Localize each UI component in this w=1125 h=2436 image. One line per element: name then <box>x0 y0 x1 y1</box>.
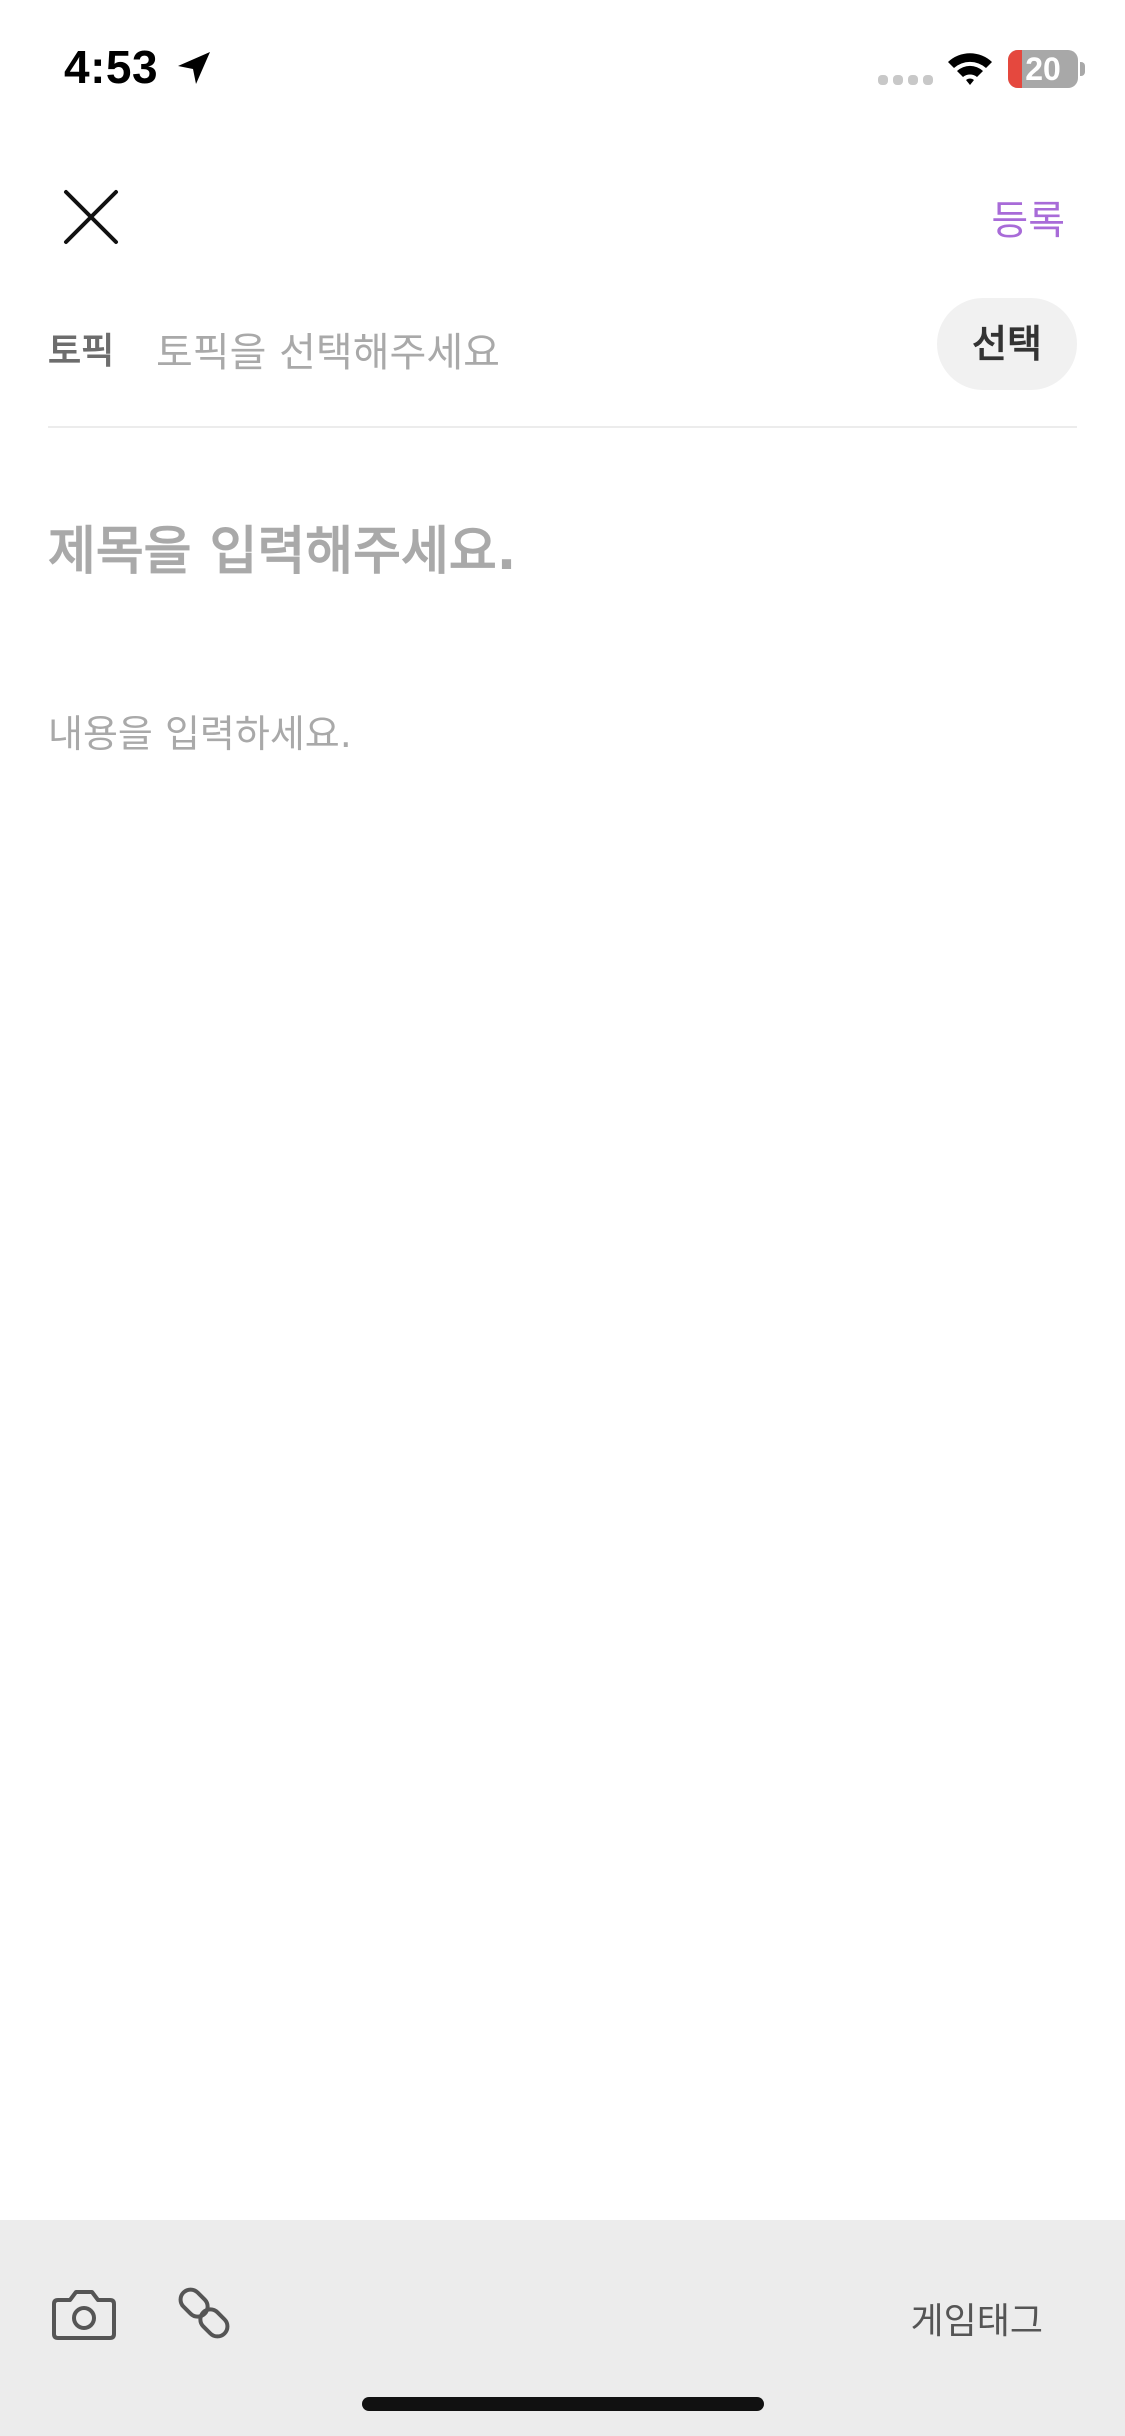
battery-level-text: 20 <box>1025 51 1061 87</box>
submit-button[interactable]: 등록 <box>991 188 1065 246</box>
home-indicator <box>362 2397 764 2411</box>
topic-label: 토픽 <box>48 331 115 372</box>
battery-cap <box>1080 62 1085 76</box>
status-time: 4:53 <box>64 41 159 93</box>
close-icon[interactable] <box>58 184 124 250</box>
title-input[interactable] <box>48 512 1077 592</box>
camera-icon[interactable] <box>52 2286 116 2342</box>
game-tag-button[interactable]: 게임태그 <box>911 2292 1043 2344</box>
topic-placeholder[interactable]: 토픽을 선택해주세요 <box>156 320 500 378</box>
battery-icon: 20 <box>1008 50 1078 88</box>
topic-row: 토픽 토픽을 선택해주세요 선택 <box>48 298 1077 390</box>
divider <box>48 426 1077 428</box>
cellular-signal-icon <box>878 75 933 85</box>
location-arrow-icon <box>178 52 210 84</box>
wifi-icon <box>948 53 992 85</box>
topic-select-button[interactable]: 선택 <box>937 298 1077 390</box>
write-post-screen: 4:53 20 등록 토픽 토픽을 선택해주세요 선택 제목을 입력해주세요. … <box>0 0 1125 2436</box>
link-icon[interactable] <box>178 2282 230 2344</box>
content-input[interactable] <box>48 704 1077 2184</box>
status-bar: 4:53 20 <box>0 0 1125 140</box>
